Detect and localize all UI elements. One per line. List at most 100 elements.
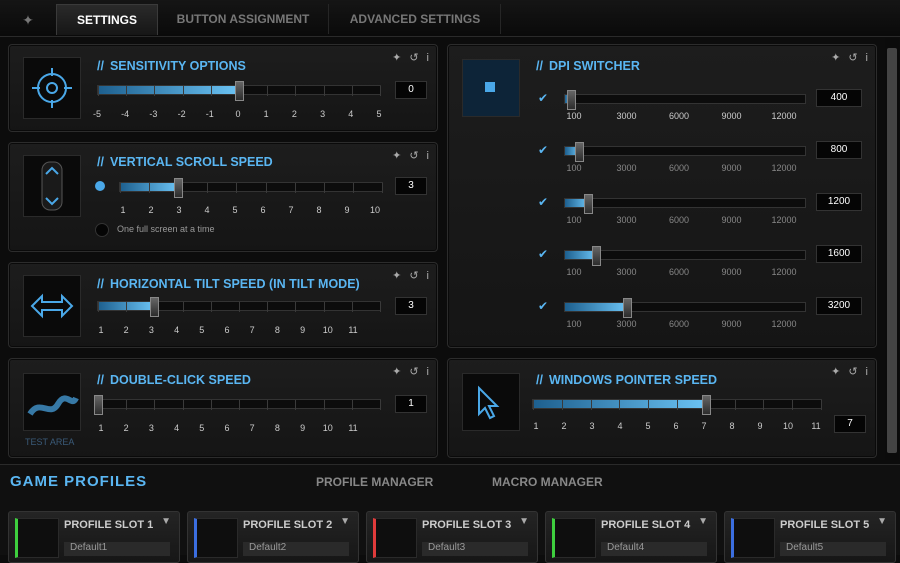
reset-icon[interactable]: ↺ (409, 52, 418, 64)
slider-tick (561, 400, 563, 410)
tilt-scale: 1 2 3 4 5 6 7 8 9 10 11 (98, 325, 357, 337)
scale-label: 12000 (771, 215, 797, 225)
reset-icon[interactable]: ↺ (409, 270, 418, 282)
chevron-down-icon[interactable]: ▼ (161, 516, 171, 527)
dpi-value: 1200 (816, 193, 862, 211)
scroll-slider[interactable] (119, 178, 383, 198)
dblclick-slider[interactable] (94, 395, 381, 415)
scale-label: 6 (224, 423, 230, 433)
reset-icon[interactable]: ↺ (848, 52, 857, 64)
slider-tick (380, 302, 381, 312)
dpi-value: 3200 (816, 297, 862, 315)
test-area[interactable] (23, 373, 81, 431)
dpi-scale: 100 3000 6000 9000 12000 (566, 319, 796, 331)
scale-label: 12000 (771, 111, 797, 121)
tilt-slider[interactable] (97, 297, 381, 317)
scale-label: 10 (369, 205, 381, 215)
sensitivity-slider[interactable] (97, 81, 381, 101)
profile-slot[interactable]: PROFILE SLOT 4 ▼ Default4 (545, 511, 717, 563)
profile-manager-tab[interactable]: PROFILE MANAGER (316, 475, 433, 489)
dpi-slider[interactable] (564, 246, 806, 266)
scale-label: 6 (260, 205, 266, 215)
test-area-label: TEST AREA (25, 437, 75, 447)
dpi-slider[interactable] (564, 142, 806, 162)
tab-button-assignment[interactable]: BUTTON ASSIGNMENT (158, 4, 329, 34)
slider-knob[interactable] (235, 81, 244, 101)
dpi-checkbox[interactable]: ✔ (536, 195, 550, 209)
tab-advanced-settings[interactable]: ADVANCED SETTINGS (330, 4, 501, 34)
info-icon[interactable]: i (427, 270, 429, 282)
tab-settings[interactable]: SETTINGS (56, 4, 158, 35)
profile-slot[interactable]: PROFILE SLOT 1 ▼ Default1 (8, 511, 180, 563)
pin-icon[interactable]: ✦ (392, 366, 401, 378)
pin-icon[interactable]: ✦ (392, 52, 401, 64)
profile-slot[interactable]: PROFILE SLOT 3 ▼ Default3 (366, 511, 538, 563)
slider-tick (210, 86, 212, 96)
info-icon[interactable]: i (427, 52, 429, 64)
dpi-checkbox[interactable]: ✔ (536, 91, 550, 105)
dpi-slider[interactable] (564, 90, 806, 110)
dpi-checkbox[interactable]: ✔ (536, 143, 550, 157)
scale-label: 8 (274, 423, 280, 433)
slider-tick (792, 400, 794, 410)
scale-label: 3 (148, 325, 154, 335)
scrollbar[interactable] (885, 38, 899, 460)
pin-icon[interactable]: ✦ (831, 52, 840, 64)
chevron-down-icon[interactable]: ▼ (877, 516, 887, 527)
slider-knob[interactable] (150, 297, 160, 317)
scale-label: 2 (148, 205, 154, 215)
slider-tick (323, 183, 325, 193)
pin-icon[interactable]: ✦ (831, 366, 840, 378)
chevron-down-icon[interactable]: ▼ (340, 516, 350, 527)
scale-label: 0 (235, 109, 241, 119)
scale-label: 9000 (721, 163, 742, 173)
info-icon[interactable]: i (866, 366, 868, 378)
dpi-panel: //DPI SWITCHER ✦ ↺ i ✔ 400 100 3000 6000 9000 12… (447, 44, 877, 348)
slider-tick (763, 400, 765, 410)
full-screen-radio[interactable] (95, 223, 109, 237)
scroll-lines-radio[interactable] (95, 181, 105, 191)
slider-knob[interactable] (173, 178, 183, 198)
slider-tick (677, 400, 678, 410)
info-icon[interactable]: i (427, 150, 429, 162)
profile-slot[interactable]: PROFILE SLOT 5 ▼ Default5 (724, 511, 896, 563)
scale-label: 5 (232, 205, 238, 215)
slider-knob[interactable] (623, 298, 633, 318)
scale-label: 8 (274, 325, 280, 335)
info-icon[interactable]: i (427, 366, 429, 378)
info-icon[interactable]: i (866, 52, 868, 64)
slider-knob[interactable] (583, 194, 593, 214)
dpi-checkbox[interactable]: ✔ (536, 299, 550, 313)
pin-icon[interactable]: ✦ (392, 270, 401, 282)
scale-label: 4 (617, 421, 623, 431)
panel-title: //WINDOWS POINTER SPEED (536, 373, 718, 387)
macro-manager-tab[interactable]: MACRO MANAGER (492, 475, 603, 489)
panel-controls: ✦ ↺ i (823, 365, 868, 378)
pin-icon[interactable]: ✦ (392, 150, 401, 162)
slider-knob[interactable] (94, 395, 103, 415)
slider-knob[interactable] (701, 395, 711, 415)
profile-slot[interactable]: PROFILE SLOT 2 ▼ Default2 (187, 511, 359, 563)
dpi-slider[interactable] (564, 194, 806, 214)
game-profiles-tab[interactable]: GAME PROFILES (10, 473, 147, 490)
slider-knob[interactable] (567, 90, 576, 110)
scrollbar-thumb[interactable] (887, 48, 897, 453)
scale-label: 2 (123, 325, 129, 335)
scale-label: 6 (673, 421, 679, 431)
chevron-down-icon[interactable]: ▼ (698, 516, 708, 527)
scale-label: 7 (249, 325, 255, 335)
reset-icon[interactable]: ↺ (409, 366, 418, 378)
chevron-down-icon[interactable]: ▼ (519, 516, 529, 527)
pointer-slider[interactable] (532, 395, 822, 415)
pointer-scale: 1 2 3 4 5 6 7 8 9 10 11 (533, 421, 820, 433)
scale-label: 100 (566, 215, 582, 225)
dpi-slider[interactable] (564, 298, 806, 318)
reset-icon[interactable]: ↺ (409, 150, 418, 162)
slider-tick (236, 183, 238, 193)
slider-knob[interactable] (592, 246, 602, 266)
dpi-checkbox[interactable]: ✔ (536, 247, 550, 261)
slider-knob[interactable] (575, 142, 585, 162)
pin-icon[interactable]: ✦ (8, 6, 48, 34)
slider-tick (380, 400, 381, 410)
reset-icon[interactable]: ↺ (848, 366, 857, 378)
